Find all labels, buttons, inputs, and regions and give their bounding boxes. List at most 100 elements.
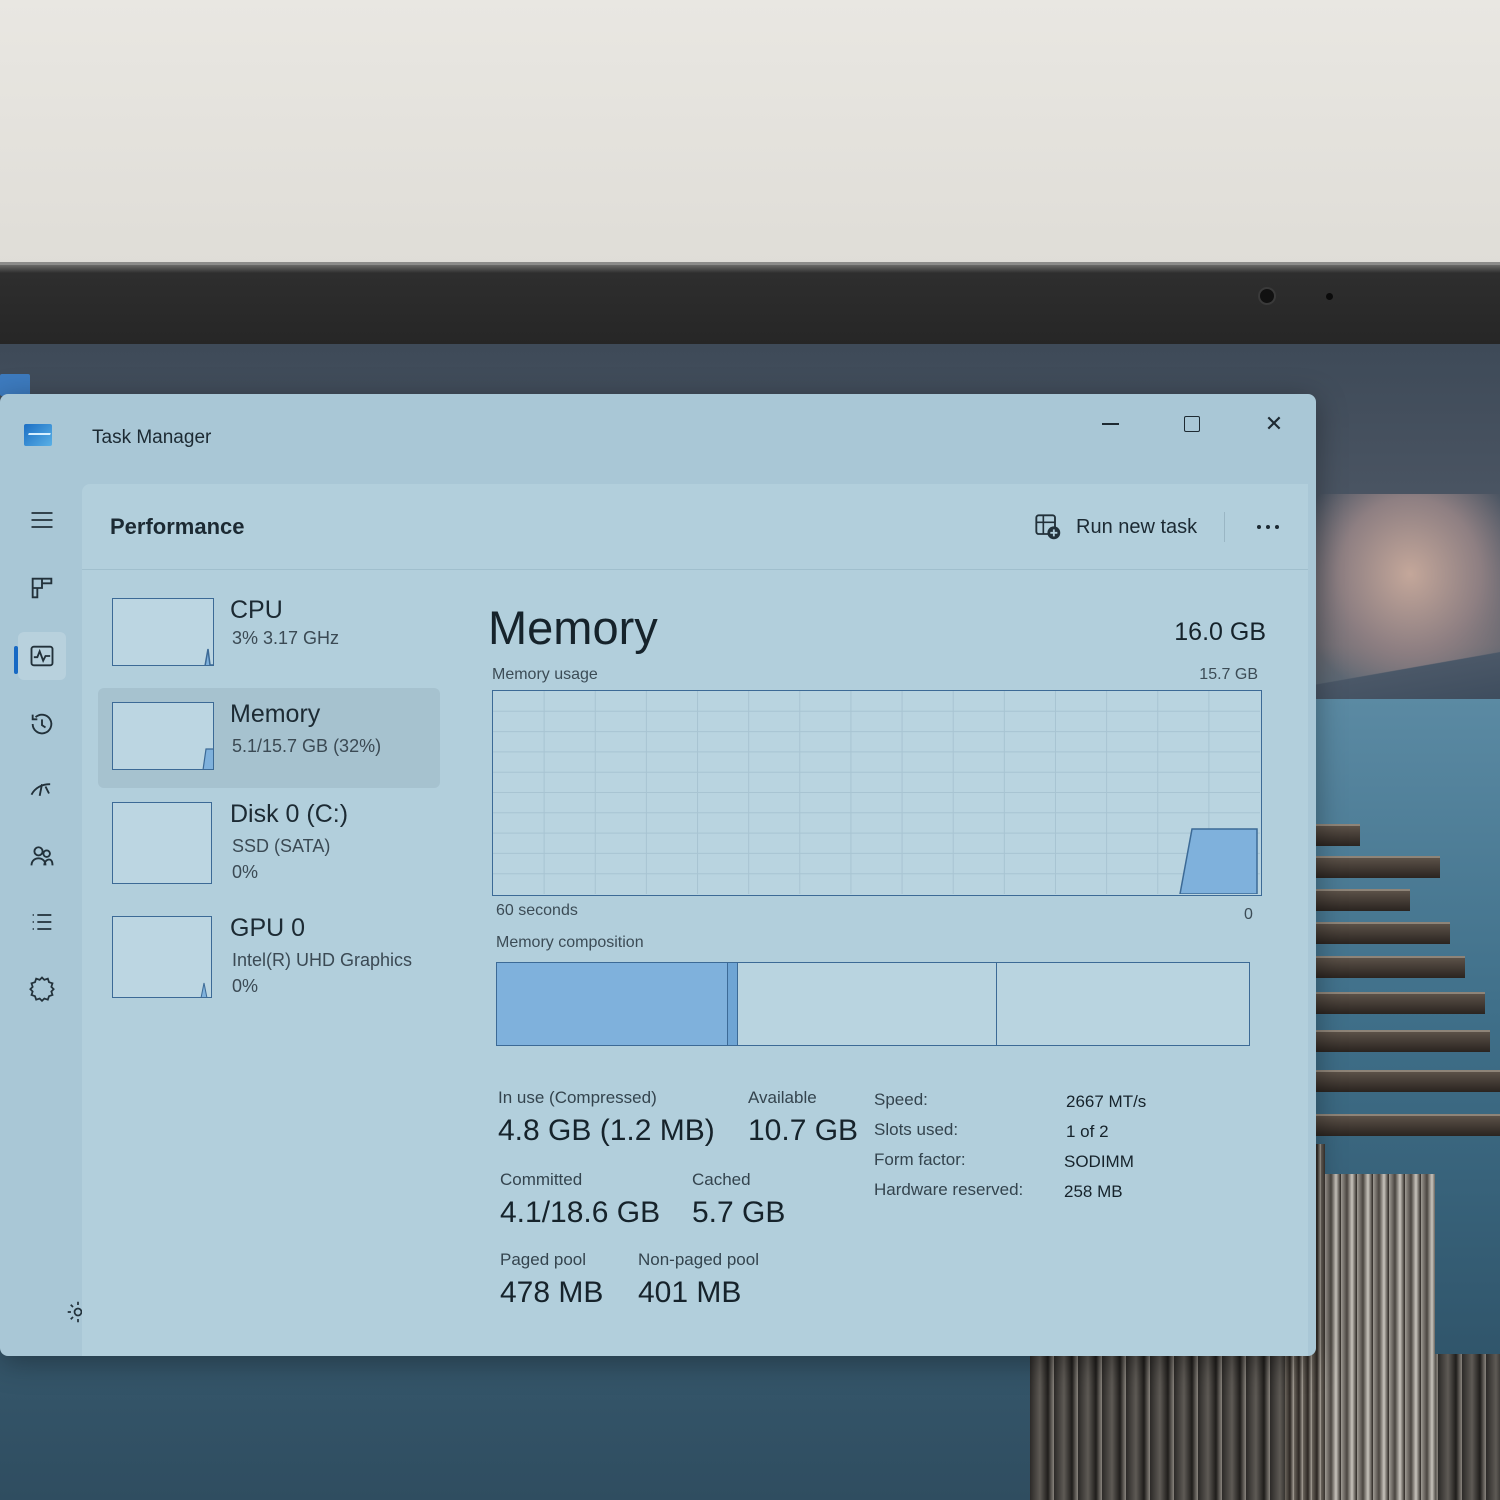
wallpaper-pier-plank [1300, 856, 1440, 878]
nav-processes[interactable] [18, 564, 66, 612]
device-name: GPU 0 [230, 914, 306, 942]
performance-page: Performance Run new task CPU 3% 3.17 GHz… [82, 484, 1308, 1356]
gpu-mini-graph [112, 916, 212, 998]
cached-label: Cached [692, 1170, 751, 1189]
nav-startup-apps[interactable] [18, 766, 66, 814]
device-cpu[interactable]: CPU 3% 3.17 GHz [98, 584, 440, 684]
run-new-task-button[interactable]: Run new task [1028, 506, 1203, 548]
memory-usage-graph [492, 690, 1262, 896]
cpu-mini-graph-line [204, 648, 213, 665]
hardware-reserved-value: 258 MB [1064, 1182, 1123, 1201]
composition-in-use [497, 963, 728, 1045]
form-factor-value: SODIMM [1064, 1152, 1134, 1171]
processes-icon [31, 577, 53, 599]
hamburger-menu-icon [31, 512, 53, 528]
device-name: Memory [230, 700, 321, 728]
nav-menu-button[interactable] [18, 496, 66, 544]
composition-modified [728, 963, 738, 1045]
nonpaged-pool-value: 401 MB [638, 1276, 742, 1309]
memory-detail-pane: Memory 16.0 GB Memory usage 15.7 GB 60 s… [478, 570, 1298, 1356]
desktop-icon[interactable] [0, 374, 30, 396]
memory-composition-bar [496, 962, 1250, 1046]
minimize-button[interactable] [1080, 404, 1140, 444]
memory-composition-label: Memory composition [496, 934, 644, 951]
graph-min-label: 0 [1244, 906, 1253, 923]
startup-apps-icon [30, 783, 51, 797]
speed-value: 2667 MT/s [1066, 1092, 1147, 1111]
nonpaged-pool-label: Non-paged pool [638, 1250, 759, 1269]
nav-performance[interactable] [18, 632, 66, 680]
page-title: Performance [110, 514, 245, 539]
more-options-button[interactable] [1242, 506, 1294, 548]
cached-value: 5.7 GB [692, 1196, 786, 1229]
device-name: Disk 0 (C:) [230, 800, 349, 828]
title-bar[interactable]: Task Manager ✕ [0, 394, 1316, 484]
device-detail: 3% 3.17 GHz [232, 628, 340, 648]
wallpaper-pier-plank [1290, 1114, 1500, 1136]
minimize-icon [1101, 423, 1119, 425]
wall-background [0, 0, 1500, 268]
device-gpu[interactable]: GPU 0 Intel(R) UHD Graphics 0% [98, 902, 440, 1012]
gpu-mini-graph-line [200, 982, 208, 997]
device-usage: 0% [232, 862, 259, 882]
services-icon [29, 976, 55, 1002]
nav-details[interactable] [18, 898, 66, 946]
webcam [1258, 287, 1276, 305]
nav-users[interactable] [18, 832, 66, 880]
composition-free [997, 963, 1249, 1045]
page-header: Performance Run new task [82, 484, 1308, 570]
task-manager-app-icon [24, 424, 52, 446]
detail-title: Memory [488, 601, 658, 654]
wallpaper-pier-plank [1300, 922, 1450, 944]
wallpaper-pier-plank [1295, 992, 1485, 1014]
memory-usage-chart [493, 691, 1260, 895]
wallpaper-pier-post [1325, 1174, 1435, 1500]
more-options-dot [1266, 525, 1270, 529]
device-memory[interactable]: Memory 5.1/15.7 GB (32%) [98, 688, 440, 788]
maximize-icon [1184, 416, 1200, 432]
wallpaper-pier-plank [1300, 889, 1410, 911]
header-divider [1224, 512, 1225, 542]
more-options-dot [1275, 525, 1279, 529]
device-disk[interactable]: Disk 0 (C:) SSD (SATA) 0% [98, 788, 440, 898]
slots-used-label: Slots used: [874, 1120, 959, 1139]
paged-pool-label: Paged pool [500, 1250, 587, 1269]
details-icon [32, 914, 52, 930]
composition-standby [738, 963, 997, 1045]
maximize-button[interactable] [1162, 404, 1222, 444]
task-manager-window: Task Manager ✕ Performance Run new task … [0, 394, 1316, 1356]
slots-used-value: 1 of 2 [1066, 1122, 1109, 1141]
speed-label: Speed: [874, 1090, 928, 1109]
memory-mini-graph-area [202, 748, 213, 769]
memory-usage-area [1179, 828, 1258, 895]
close-icon: ✕ [1264, 411, 1284, 437]
performance-icon [30, 645, 54, 667]
in-use-label: In use (Compressed) [498, 1088, 657, 1107]
memory-usage-label: Memory usage [492, 666, 598, 683]
nav-services[interactable] [18, 964, 66, 1012]
nav-app-history[interactable] [18, 700, 66, 748]
cpu-mini-graph [112, 598, 214, 666]
run-new-task-icon [1035, 514, 1061, 540]
disk-mini-graph [112, 802, 212, 884]
device-name: CPU [230, 596, 283, 624]
wallpaper-pier-plank [1290, 1070, 1500, 1092]
time-span-label: 60 seconds [496, 902, 578, 919]
device-detail: 5.1/15.7 GB (32%) [232, 736, 382, 756]
device-detail: SSD (SATA) [232, 836, 331, 856]
in-use-value: 4.8 GB (1.2 MB) [498, 1114, 715, 1147]
more-options-icon [1257, 525, 1261, 529]
close-button[interactable]: ✕ [1244, 404, 1304, 444]
window-title: Task Manager [92, 427, 212, 448]
navigation-rail [0, 484, 82, 1354]
nav-selected-indicator [14, 646, 18, 674]
available-value: 10.7 GB [748, 1114, 859, 1147]
wallpaper-mountains [1300, 644, 1500, 704]
paged-pool-value: 478 MB [500, 1276, 604, 1309]
webcam-led [1326, 293, 1333, 300]
memory-total: 16.0 GB [1174, 618, 1266, 646]
users-icon [30, 846, 54, 866]
committed-value: 4.1/18.6 GB [500, 1196, 661, 1229]
app-history-icon [31, 713, 53, 735]
available-label: Available [748, 1088, 817, 1107]
